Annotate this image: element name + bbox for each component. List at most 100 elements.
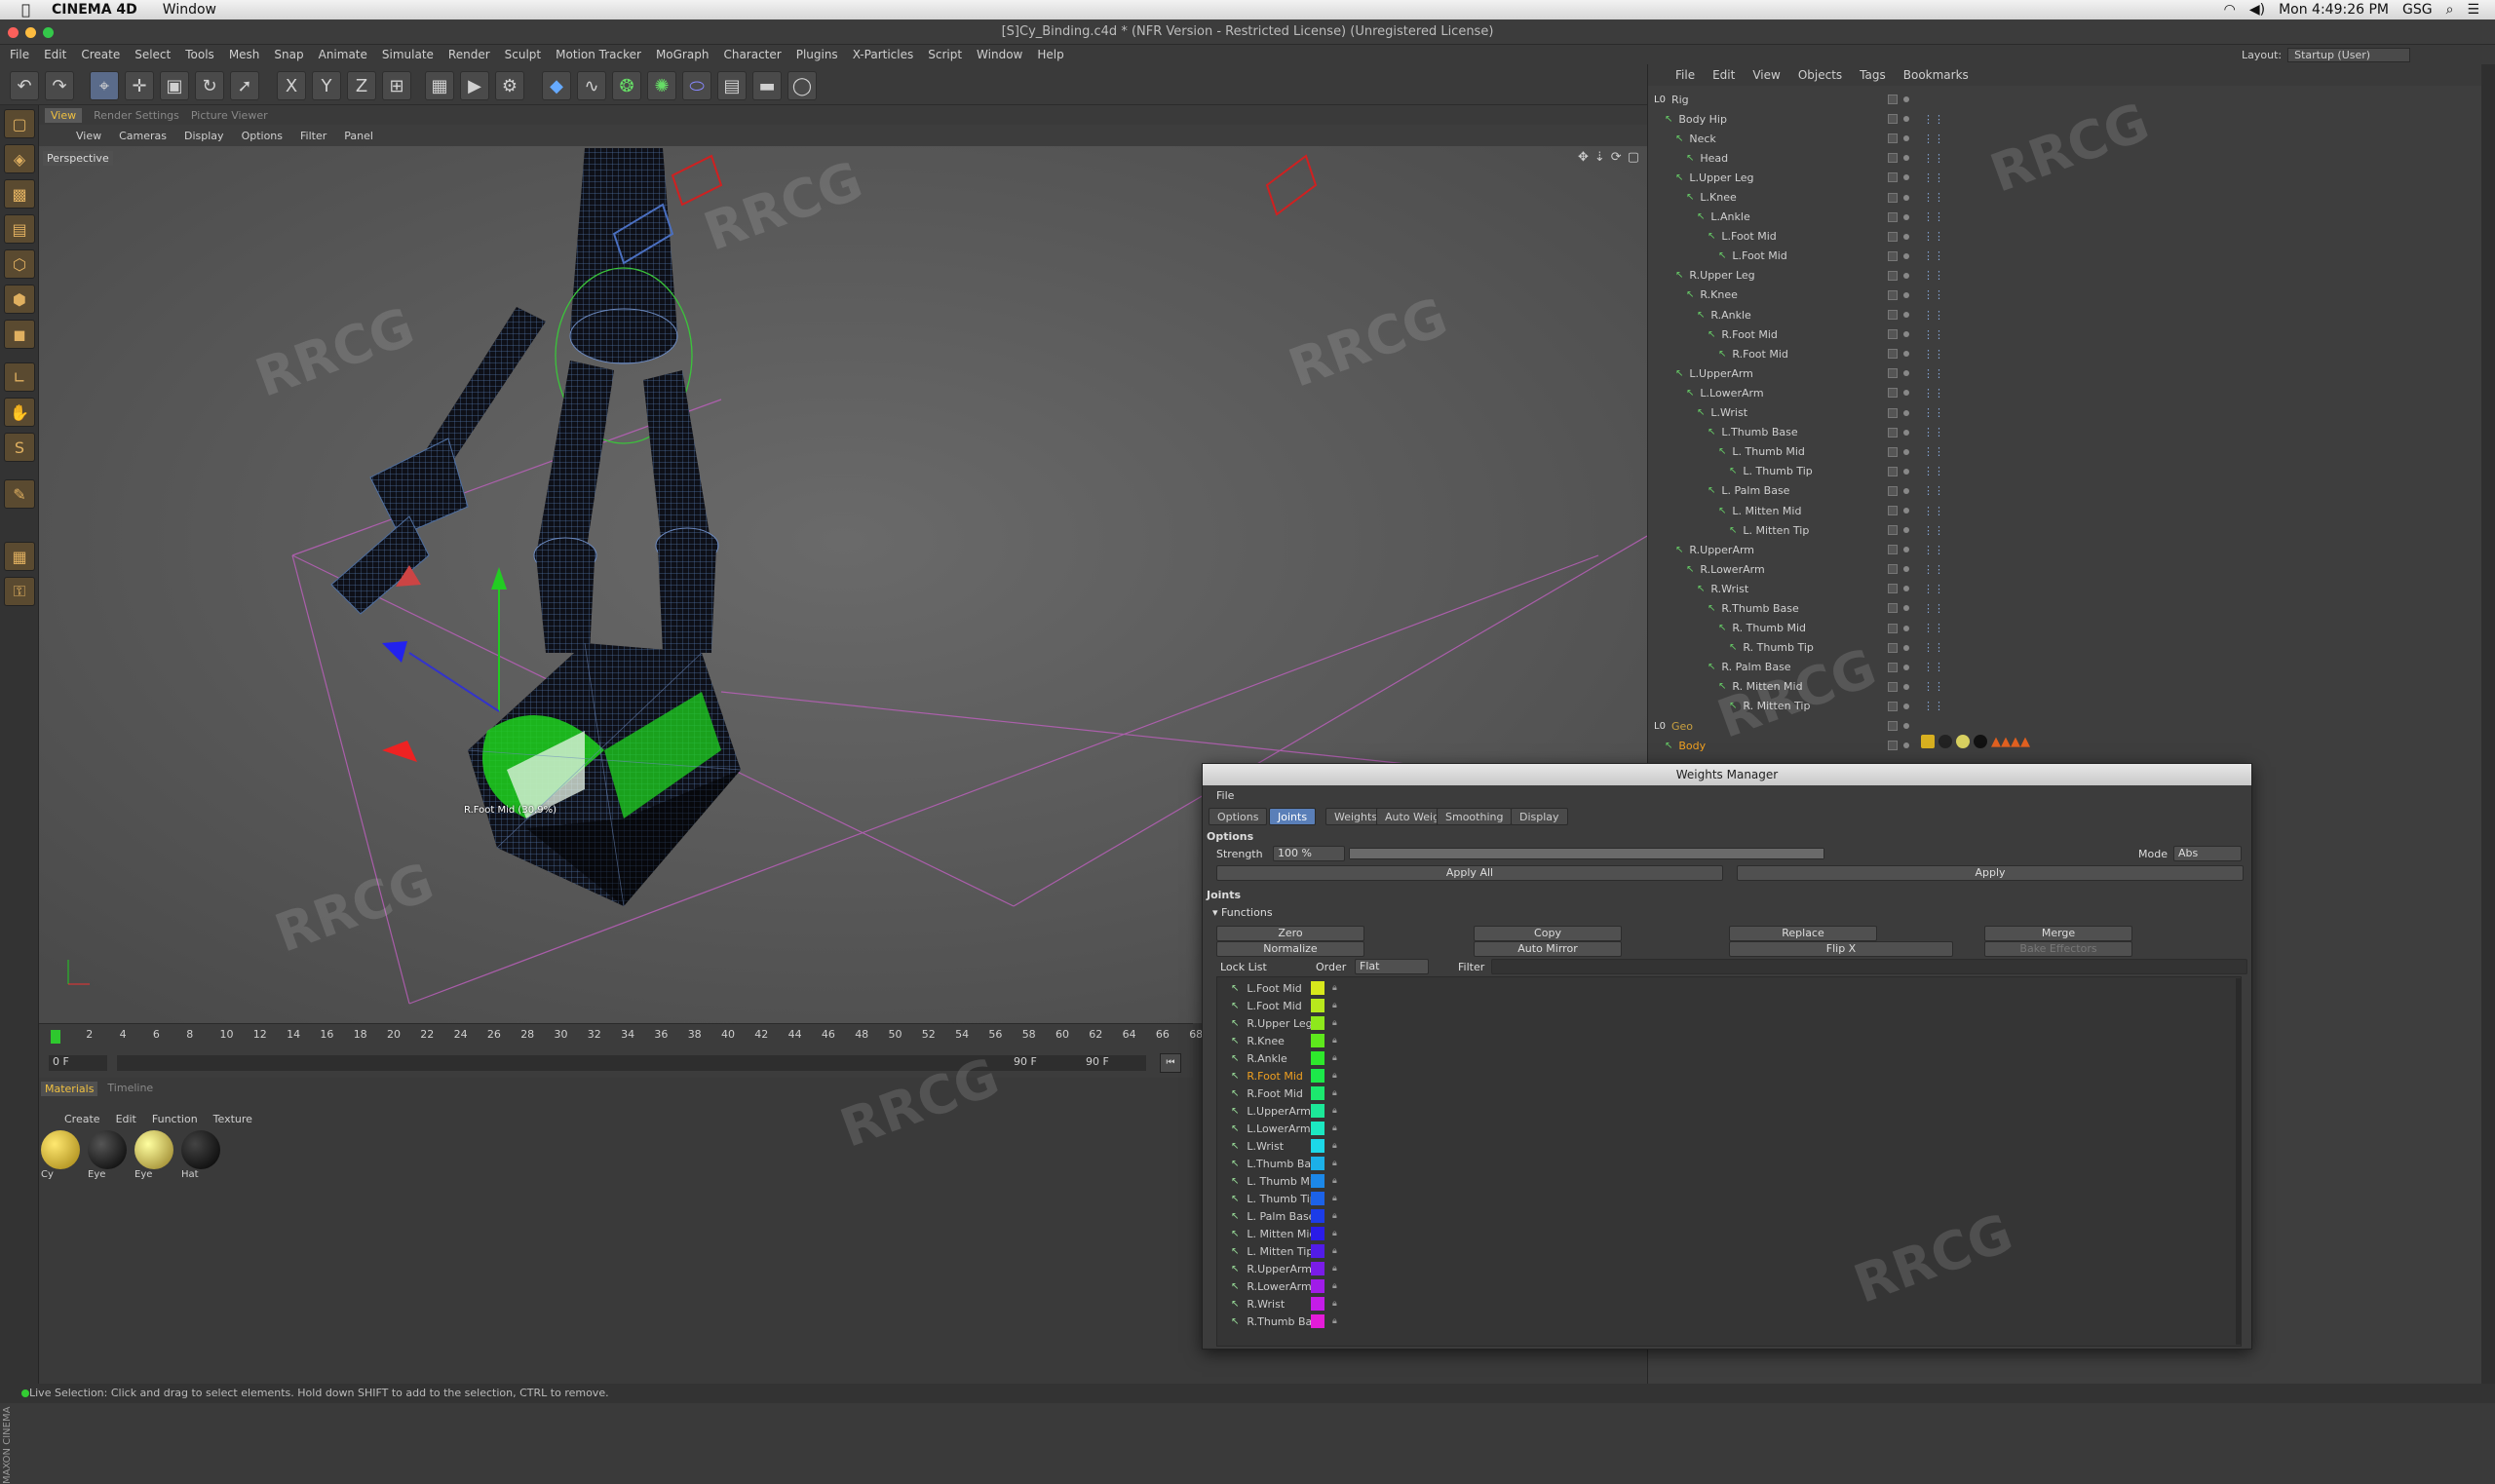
visibility-toggle[interactable] bbox=[1888, 270, 1898, 281]
joint-list-item[interactable]: ↖ R.Upper Leg 🔒︎ bbox=[1231, 1014, 1387, 1032]
lock-icon[interactable]: 🔒︎ bbox=[1332, 1141, 1337, 1151]
copy-button[interactable]: Copy bbox=[1474, 926, 1622, 941]
render-dot[interactable] bbox=[1903, 331, 1909, 338]
strength-slider[interactable] bbox=[1349, 848, 1824, 859]
render-dot[interactable] bbox=[1903, 527, 1909, 534]
render-dot[interactable] bbox=[1903, 312, 1909, 319]
object-row[interactable]: ↖ Body Hip ⋮⋮ bbox=[1648, 109, 2223, 129]
light-icon[interactable]: ◯ bbox=[787, 71, 817, 100]
flip-x-button[interactable]: Flip X bbox=[1729, 941, 1953, 957]
wm-tab-display[interactable]: Display bbox=[1511, 808, 1568, 825]
joint-list-scrollbar[interactable] bbox=[2236, 978, 2242, 1345]
visibility-toggle[interactable] bbox=[1888, 407, 1898, 418]
tweak-icon[interactable]: ✋ bbox=[4, 398, 35, 427]
mode-select[interactable]: Abs bbox=[2173, 846, 2242, 861]
object-row[interactable]: ↖ L.Upper Leg ⋮⋮ bbox=[1648, 168, 2223, 187]
render-dot[interactable] bbox=[1903, 664, 1909, 670]
weight-tag-icon[interactable]: ⋮⋮ bbox=[1923, 583, 1944, 595]
wifi-icon[interactable]: ◠ bbox=[2224, 2, 2236, 18]
menu-create[interactable]: Create bbox=[81, 48, 120, 61]
axis-y-button[interactable]: Y bbox=[312, 71, 341, 100]
lock-icon[interactable]: 🔒︎ bbox=[1332, 1194, 1337, 1203]
menu-snap[interactable]: Snap bbox=[274, 48, 303, 61]
weight-tag-icon[interactable]: ⋮⋮ bbox=[1923, 426, 1944, 438]
visibility-toggle[interactable] bbox=[1888, 584, 1898, 594]
lock-icon[interactable]: 🔒︎ bbox=[1332, 1316, 1337, 1326]
visibility-toggle[interactable] bbox=[1888, 310, 1898, 321]
workplane-icon[interactable]: ▤ bbox=[4, 214, 35, 244]
range-slider[interactable] bbox=[117, 1055, 1092, 1071]
weight-tag-icon[interactable]: ⋮⋮ bbox=[1923, 171, 1944, 184]
weight-tag-icon[interactable]: ⋮⋮ bbox=[1923, 328, 1944, 341]
weight-tag-icon[interactable]: ⋮⋮ bbox=[1923, 367, 1944, 380]
joint-list-item[interactable]: ↖ R.Ankle 🔒︎ bbox=[1231, 1049, 1387, 1067]
render-dot[interactable] bbox=[1903, 116, 1909, 123]
menu-render[interactable]: Render bbox=[448, 48, 490, 61]
visibility-toggle[interactable] bbox=[1888, 192, 1898, 203]
menu-window[interactable]: Window bbox=[977, 48, 1022, 61]
object-row[interactable]: ↖ R. Thumb Mid ⋮⋮ bbox=[1648, 619, 2223, 638]
material-tag-icon[interactable] bbox=[1938, 735, 1952, 748]
visibility-toggle[interactable] bbox=[1888, 133, 1898, 144]
last-tool-icon[interactable]: ➚ bbox=[230, 71, 259, 100]
weight-tag-icon[interactable]: ⋮⋮ bbox=[1923, 563, 1944, 576]
joint-list-item[interactable]: ↖ L.Foot Mid 🔒︎ bbox=[1231, 997, 1387, 1014]
render-view-icon[interactable]: ▦ bbox=[425, 71, 454, 100]
object-menu-view[interactable]: View bbox=[1752, 68, 1780, 82]
merge-button[interactable]: Merge bbox=[1984, 926, 2132, 941]
joint-list-item[interactable]: ↖ R.Knee 🔒︎ bbox=[1231, 1032, 1387, 1049]
visibility-toggle[interactable] bbox=[1888, 721, 1898, 732]
weight-tag-icon[interactable]: ⋮⋮ bbox=[1923, 348, 1944, 361]
visibility-toggle[interactable] bbox=[1888, 525, 1898, 536]
object-row[interactable]: ↖ L. Mitten Tip ⋮⋮ bbox=[1648, 520, 2223, 540]
visibility-toggle[interactable] bbox=[1888, 506, 1898, 516]
render-dot[interactable] bbox=[1903, 468, 1909, 475]
menu-sculpt[interactable]: Sculpt bbox=[505, 48, 541, 61]
menu-xparticles[interactable]: X-Particles bbox=[853, 48, 914, 61]
menu-tools[interactable]: Tools bbox=[185, 48, 214, 61]
material-item[interactable]: Eye bbox=[134, 1130, 173, 1180]
viewport-menu-display[interactable]: Display bbox=[184, 130, 224, 142]
redo-icon[interactable]: ↷ bbox=[45, 71, 74, 100]
weight-tag-icon[interactable]: ⋮⋮ bbox=[1923, 622, 1944, 634]
weight-tag-icon[interactable]: ⋮⋮ bbox=[1923, 445, 1944, 458]
object-row[interactable]: ↖ L. Mitten Mid ⋮⋮ bbox=[1648, 501, 2223, 520]
lock-icon[interactable]: 🔒︎ bbox=[1332, 1071, 1337, 1081]
visibility-toggle[interactable] bbox=[1888, 250, 1898, 261]
lock-icon[interactable]: 🔒︎ bbox=[1332, 1281, 1337, 1291]
material-tag-icon-2[interactable] bbox=[1956, 735, 1970, 748]
render-dot[interactable] bbox=[1903, 547, 1909, 553]
layout-value[interactable]: Startup (User) bbox=[2287, 47, 2411, 62]
render-dot[interactable] bbox=[1903, 586, 1909, 592]
render-dot[interactable] bbox=[1903, 683, 1909, 690]
object-row[interactable]: ↖ R. Mitten Tip ⋮⋮ bbox=[1648, 697, 2223, 716]
filter-field[interactable] bbox=[1491, 959, 2247, 974]
object-row[interactable]: ↖ L.Foot Mid ⋮⋮ bbox=[1648, 247, 2223, 266]
end-frame-field[interactable]: 90 F bbox=[1082, 1055, 1146, 1071]
joint-list-item[interactable]: ↖ L. Mitten Mid 🔒︎ bbox=[1231, 1225, 1387, 1242]
weight-tag-icon[interactable]: ⋮⋮ bbox=[1923, 680, 1944, 693]
tab-timeline[interactable]: Timeline bbox=[107, 1082, 153, 1096]
weight-tag-icon[interactable]: ▲▲▲▲ bbox=[1991, 735, 2030, 749]
weight-tag-icon[interactable]: ⋮⋮ bbox=[1923, 309, 1944, 322]
lock-icon[interactable]: 🔒︎ bbox=[1332, 1001, 1337, 1010]
mac-window-menu[interactable]: Window bbox=[163, 2, 216, 18]
material-item[interactable]: Eye bbox=[88, 1130, 127, 1180]
spline-icon[interactable]: ∿ bbox=[577, 71, 606, 100]
floor-icon[interactable]: ▤ bbox=[717, 71, 747, 100]
render-dot[interactable] bbox=[1903, 135, 1909, 142]
object-menu-bookmarks[interactable]: Bookmarks bbox=[1903, 68, 1969, 82]
weight-tag-icon[interactable]: ⋮⋮ bbox=[1923, 524, 1944, 537]
lock-icon[interactable]: 🔒︎ bbox=[1332, 1159, 1337, 1168]
menu-select[interactable]: Select bbox=[134, 48, 171, 61]
render-dot[interactable] bbox=[1903, 370, 1909, 377]
strength-field[interactable]: 100 % bbox=[1273, 846, 1345, 861]
weight-tag-icon[interactable]: ⋮⋮ bbox=[1923, 661, 1944, 673]
joint-list-item[interactable]: ↖ R.UpperArm 🔒︎ bbox=[1231, 1260, 1387, 1277]
visibility-toggle[interactable] bbox=[1888, 662, 1898, 672]
object-row[interactable]: ↖ R.LowerArm ⋮⋮ bbox=[1648, 559, 2223, 579]
object-row[interactable]: ↖ R. Palm Base ⋮⋮ bbox=[1648, 658, 2223, 677]
material-item[interactable]: Cy bbox=[41, 1130, 80, 1180]
object-row[interactable]: ↖ L.Knee ⋮⋮ bbox=[1648, 187, 2223, 207]
object-row[interactable]: ↖ R. Thumb Tip ⋮⋮ bbox=[1648, 638, 2223, 658]
